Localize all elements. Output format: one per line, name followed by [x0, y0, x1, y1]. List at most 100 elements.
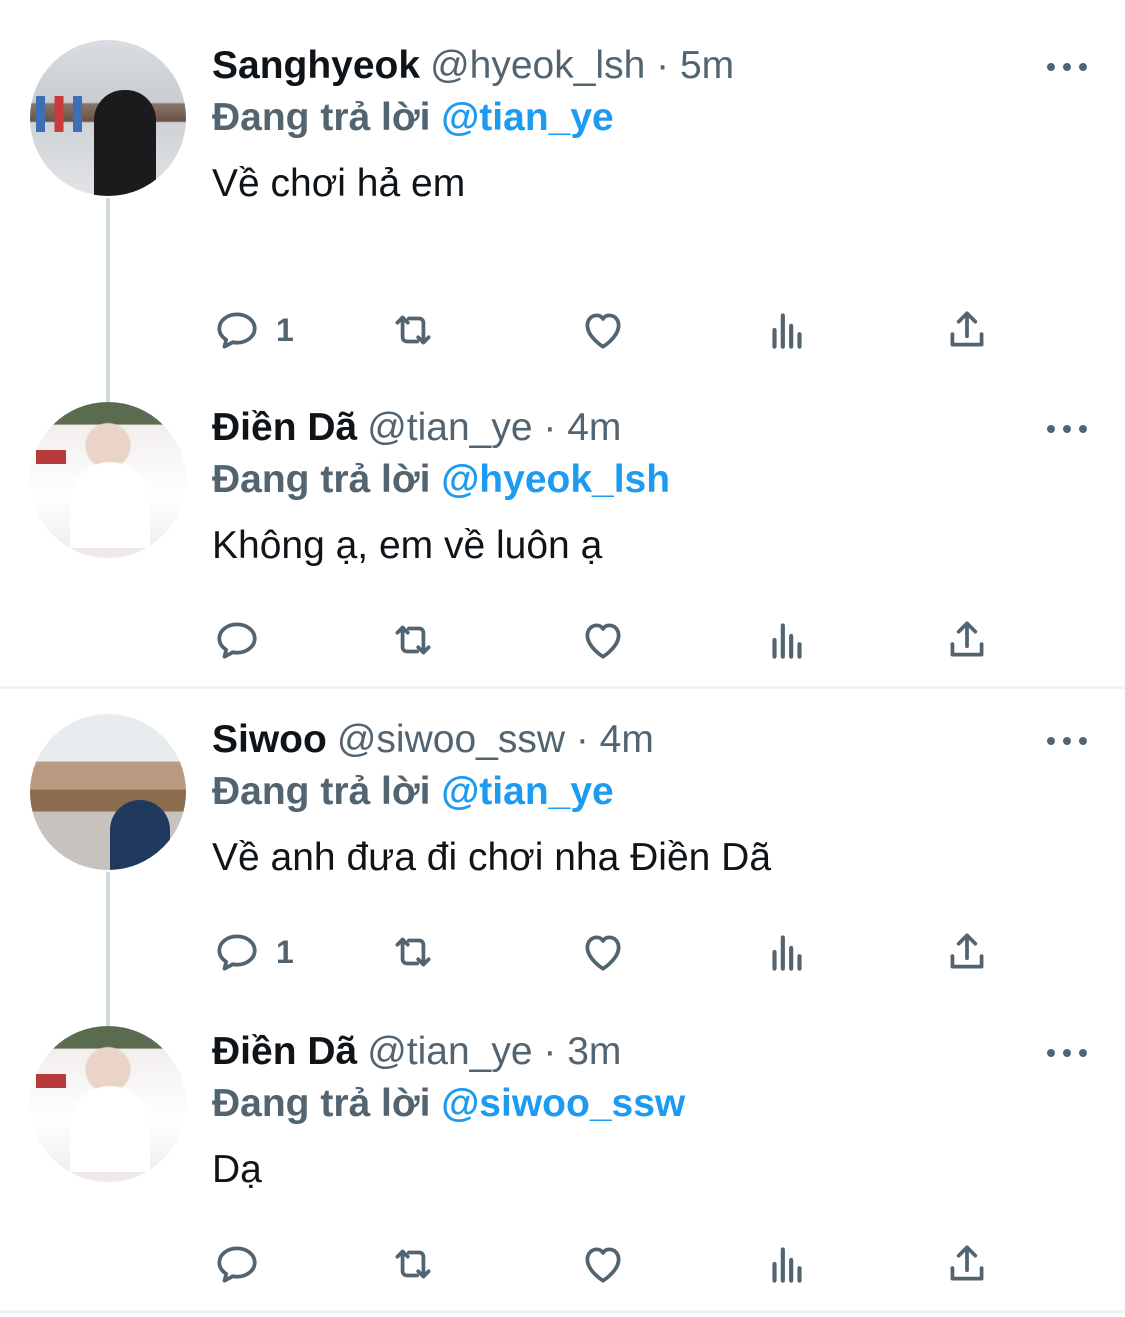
display-name[interactable]: Sanghyeok [212, 44, 420, 87]
more-icon-dot [1079, 737, 1087, 745]
avatar-figure [70, 1086, 150, 1182]
tweet-text: Về chơi hả em [212, 162, 466, 205]
views-button[interactable] [762, 1236, 812, 1292]
views-button[interactable] [762, 302, 812, 358]
more-options-button[interactable] [1047, 420, 1087, 436]
like-icon [585, 313, 621, 349]
thread-divider [0, 686, 1125, 689]
more-icon-dot [1079, 1049, 1087, 1057]
more-icon [1047, 737, 1055, 745]
replying-to: Đang trả lời @tian_ye [212, 92, 614, 144]
more-options-button[interactable] [1047, 58, 1087, 74]
like-icon [585, 1247, 621, 1283]
reply-mention-link[interactable]: @hyeok_lsh [441, 458, 670, 501]
more-icon-dot [1079, 63, 1087, 71]
views-icon [772, 313, 802, 349]
tweet[interactable]: Sanghyeok @hyeok_lsh · 5m Đang trả lời @t… [0, 40, 1125, 380]
share-icon [950, 621, 984, 657]
more-icon-dot [1063, 1049, 1071, 1057]
avatar-flags [36, 96, 82, 132]
avatar[interactable] [30, 1026, 186, 1182]
avatar[interactable] [30, 40, 186, 196]
avatar[interactable] [30, 714, 186, 870]
more-icon-dot [1079, 425, 1087, 433]
reply-mention-link[interactable]: @tian_ye [441, 96, 613, 139]
share-button[interactable] [942, 302, 992, 358]
tweet-actions [212, 1236, 1012, 1296]
views-icon [772, 935, 802, 971]
more-options-button[interactable] [1047, 1044, 1087, 1060]
reply-mention-link[interactable]: @siwoo_ssw [441, 1082, 685, 1125]
tweet[interactable]: Điền Dã @tian_ye · 4m Đang trả lời @hyeok… [0, 402, 1125, 686]
tweet-text: Dạ [212, 1148, 262, 1191]
like-icon [585, 623, 621, 659]
replying-to: Đang trả lời @hyeok_lsh [212, 454, 670, 506]
retweet-button[interactable] [388, 1236, 438, 1292]
tweet[interactable]: Điền Dã @tian_ye · 3m Đang trả lời @siwoo… [0, 1026, 1125, 1310]
more-icon-dot [1063, 425, 1071, 433]
share-icon [950, 1245, 984, 1281]
reply-icon [217, 1246, 257, 1283]
handle-and-time[interactable]: @tian_ye · 3m [367, 1030, 621, 1073]
share-button[interactable] [942, 924, 992, 980]
retweet-button[interactable] [388, 612, 438, 668]
tweet-header: Siwoo @siwoo_ssw · 4m [212, 714, 654, 766]
handle-and-time[interactable]: @tian_ye · 4m [367, 406, 621, 449]
share-icon [950, 933, 984, 969]
like-button[interactable] [578, 302, 628, 358]
reply-button[interactable] [212, 1236, 276, 1292]
tweet[interactable]: Siwoo @siwoo_ssw · 4m Đang trả lời @tian_… [0, 714, 1125, 1004]
tweet-header: Điền Dã @tian_ye · 3m [212, 1026, 621, 1078]
reply-prefix: Đang trả lời [212, 1082, 431, 1125]
avatar-figure [94, 90, 156, 196]
reply-icon [217, 622, 257, 659]
tweet-text: Về anh đưa đi chơi nha Điền Dã [212, 836, 772, 879]
avatar-figure [110, 800, 170, 870]
more-icon [1047, 63, 1055, 71]
retweet-icon [395, 315, 431, 345]
avatar-figure [70, 462, 150, 558]
tweet-actions: 1 [212, 924, 1012, 984]
like-icon [585, 935, 621, 971]
handle-and-time[interactable]: @hyeok_lsh · 5m [430, 44, 734, 87]
views-icon [772, 1247, 802, 1283]
tweet-header: Điền Dã @tian_ye · 4m [212, 402, 621, 454]
reply-icon [217, 934, 257, 971]
share-icon [950, 311, 984, 347]
display-name[interactable]: Điền Dã [212, 1030, 357, 1073]
retweet-icon [395, 937, 431, 967]
views-button[interactable] [762, 924, 812, 980]
retweet-button[interactable] [388, 302, 438, 358]
reply-count: 1 [276, 311, 294, 348]
reply-button[interactable]: 1 [212, 924, 294, 980]
more-icon [1047, 1049, 1055, 1057]
like-button[interactable] [578, 924, 628, 980]
reply-button[interactable] [212, 612, 276, 668]
retweet-button[interactable] [388, 924, 438, 980]
avatar[interactable] [30, 402, 186, 558]
share-button[interactable] [942, 612, 992, 668]
like-button[interactable] [578, 1236, 628, 1292]
more-icon-dot [1063, 737, 1071, 745]
reply-prefix: Đang trả lời [212, 770, 431, 813]
reply-button[interactable]: 1 [212, 302, 294, 358]
reply-mention-link[interactable]: @tian_ye [441, 770, 613, 813]
more-icon [1047, 425, 1055, 433]
more-options-button[interactable] [1047, 732, 1087, 748]
replying-to: Đang trả lời @tian_ye [212, 766, 614, 818]
tweet-header: Sanghyeok @hyeok_lsh · 5m [212, 40, 734, 92]
display-name[interactable]: Điền Dã [212, 406, 357, 449]
share-button[interactable] [942, 1236, 992, 1292]
like-button[interactable] [578, 612, 628, 668]
reply-icon [217, 312, 257, 349]
avatar-stripe [36, 450, 66, 464]
handle-and-time[interactable]: @siwoo_ssw · 4m [337, 718, 654, 761]
tweet-actions [212, 612, 1012, 672]
display-name[interactable]: Siwoo [212, 718, 327, 761]
views-button[interactable] [762, 612, 812, 668]
more-icon-dot [1063, 63, 1071, 71]
reply-count: 1 [276, 933, 294, 970]
avatar-stripe [36, 1074, 66, 1088]
retweet-icon [395, 1249, 431, 1279]
replying-to: Đang trả lời @siwoo_ssw [212, 1078, 685, 1130]
